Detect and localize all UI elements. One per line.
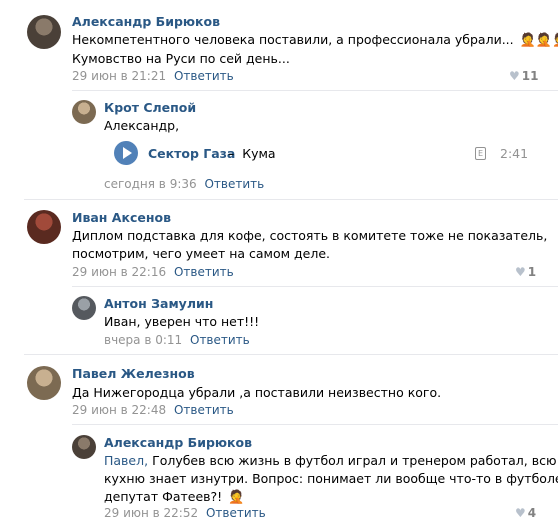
comment-meta: 29 июн в 22:48 Ответить [72, 403, 234, 417]
avatar[interactable] [72, 435, 96, 459]
comment-author[interactable]: Иван Аксенов [72, 210, 171, 225]
comment-text-line: депутат Фатеев?! [104, 489, 223, 504]
divider [72, 424, 558, 425]
reply-button[interactable]: Ответить [174, 265, 234, 279]
comment-text: Некомпетентного человека поставили, а пр… [72, 31, 558, 68]
comment-date[interactable]: 29 июн в 22:52 [104, 506, 198, 520]
divider [24, 354, 558, 355]
comment-date[interactable]: 29 июн в 22:48 [72, 403, 166, 417]
reply-button[interactable]: Ответить [206, 506, 266, 520]
comment-author[interactable]: Александр Бирюков [72, 14, 220, 29]
comment-text: Иван, уверен что нет!!! [104, 314, 260, 329]
comment-text-line: Некомпетентного человека поставили, а пр… [72, 32, 514, 47]
avatar[interactable] [27, 15, 61, 49]
reply-button[interactable]: Ответить [174, 69, 234, 83]
reply-to-link[interactable]: Павел, [104, 453, 148, 468]
divider [72, 286, 558, 287]
like-button[interactable]: ♥ 11 [509, 69, 538, 83]
comment-text-line: Голубев всю жизнь в футбол играл и трене… [148, 453, 557, 468]
audio-artist[interactable]: Сектор Газа [148, 146, 235, 161]
comment-text: Диплом подставка для кофе, состоять в ко… [72, 227, 547, 263]
heart-icon: ♥ [515, 265, 526, 279]
reply-button[interactable]: Ответить [174, 403, 234, 417]
comment-date[interactable]: 29 июн в 21:21 [72, 69, 166, 83]
heart-icon: ♥ [509, 69, 520, 83]
audio-attachment: Сектор Газа – Кума E 2:41 [114, 141, 534, 167]
reply-button[interactable]: Ответить [204, 177, 264, 191]
facepalm-emoji-icon: 🤦🤦🤦 [519, 33, 558, 48]
like-count: 4 [527, 506, 537, 520]
audio-title: – Кума [228, 146, 276, 161]
play-icon[interactable] [114, 141, 138, 165]
comment-date[interactable]: 29 июн в 22:16 [72, 265, 166, 279]
comment-text-line: Диплом подставка для кофе, состоять в ко… [72, 228, 548, 243]
comment-date[interactable]: сегодня в 9:36 [104, 177, 197, 191]
comment-author[interactable]: Александр Бирюков [104, 435, 252, 450]
divider [24, 199, 558, 200]
comment-meta: вчера в 0:11 Ответить [104, 333, 250, 347]
comment-author[interactable]: Антон Замулин [104, 296, 213, 311]
facepalm-emoji-icon: 🤦 [228, 490, 245, 505]
comment-meta: 29 июн в 21:21 Ответить [72, 69, 234, 83]
comment-meta: 29 июн в 22:52 Ответить [104, 506, 266, 520]
like-button[interactable]: ♥ 1 [515, 265, 536, 279]
comment-author[interactable]: Крот Слепой [104, 100, 196, 115]
like-count: 1 [527, 265, 537, 279]
comment-meta: сегодня в 9:36 Ответить [104, 177, 264, 191]
comment-text-line: Кумовство на Руси по сей день... [72, 51, 290, 66]
like-count: 11 [521, 69, 539, 83]
audio-dash: – [228, 146, 235, 161]
reply-button[interactable]: Ответить [190, 333, 250, 347]
avatar[interactable] [27, 210, 61, 244]
like-button[interactable]: ♥ 4 [515, 506, 536, 520]
comment-meta: 29 июн в 22:16 Ответить [72, 265, 234, 279]
avatar[interactable] [72, 100, 96, 124]
comment-author[interactable]: Павел Железнов [72, 366, 195, 381]
divider [72, 90, 558, 91]
audio-duration: 2:41 [500, 146, 529, 161]
avatar[interactable] [27, 366, 61, 400]
avatar[interactable] [72, 296, 96, 320]
explicit-icon: E [475, 147, 486, 160]
audio-song-title: Кума [242, 146, 276, 161]
comment-text: Павел, Голубев всю жизнь в футбол играл … [104, 452, 558, 507]
comment-date[interactable]: вчера в 0:11 [104, 333, 182, 347]
comment-text: Александр, [104, 118, 180, 133]
heart-icon: ♥ [515, 506, 526, 520]
comment-text-line: посмотрим, чего умеет на самом деле. [72, 246, 331, 261]
comment-text-line: кухню знает изнутри. Вопрос: понимает ли… [104, 471, 558, 486]
comment-text: Да Нижегородца убрали ,а поставили неизв… [72, 385, 442, 400]
